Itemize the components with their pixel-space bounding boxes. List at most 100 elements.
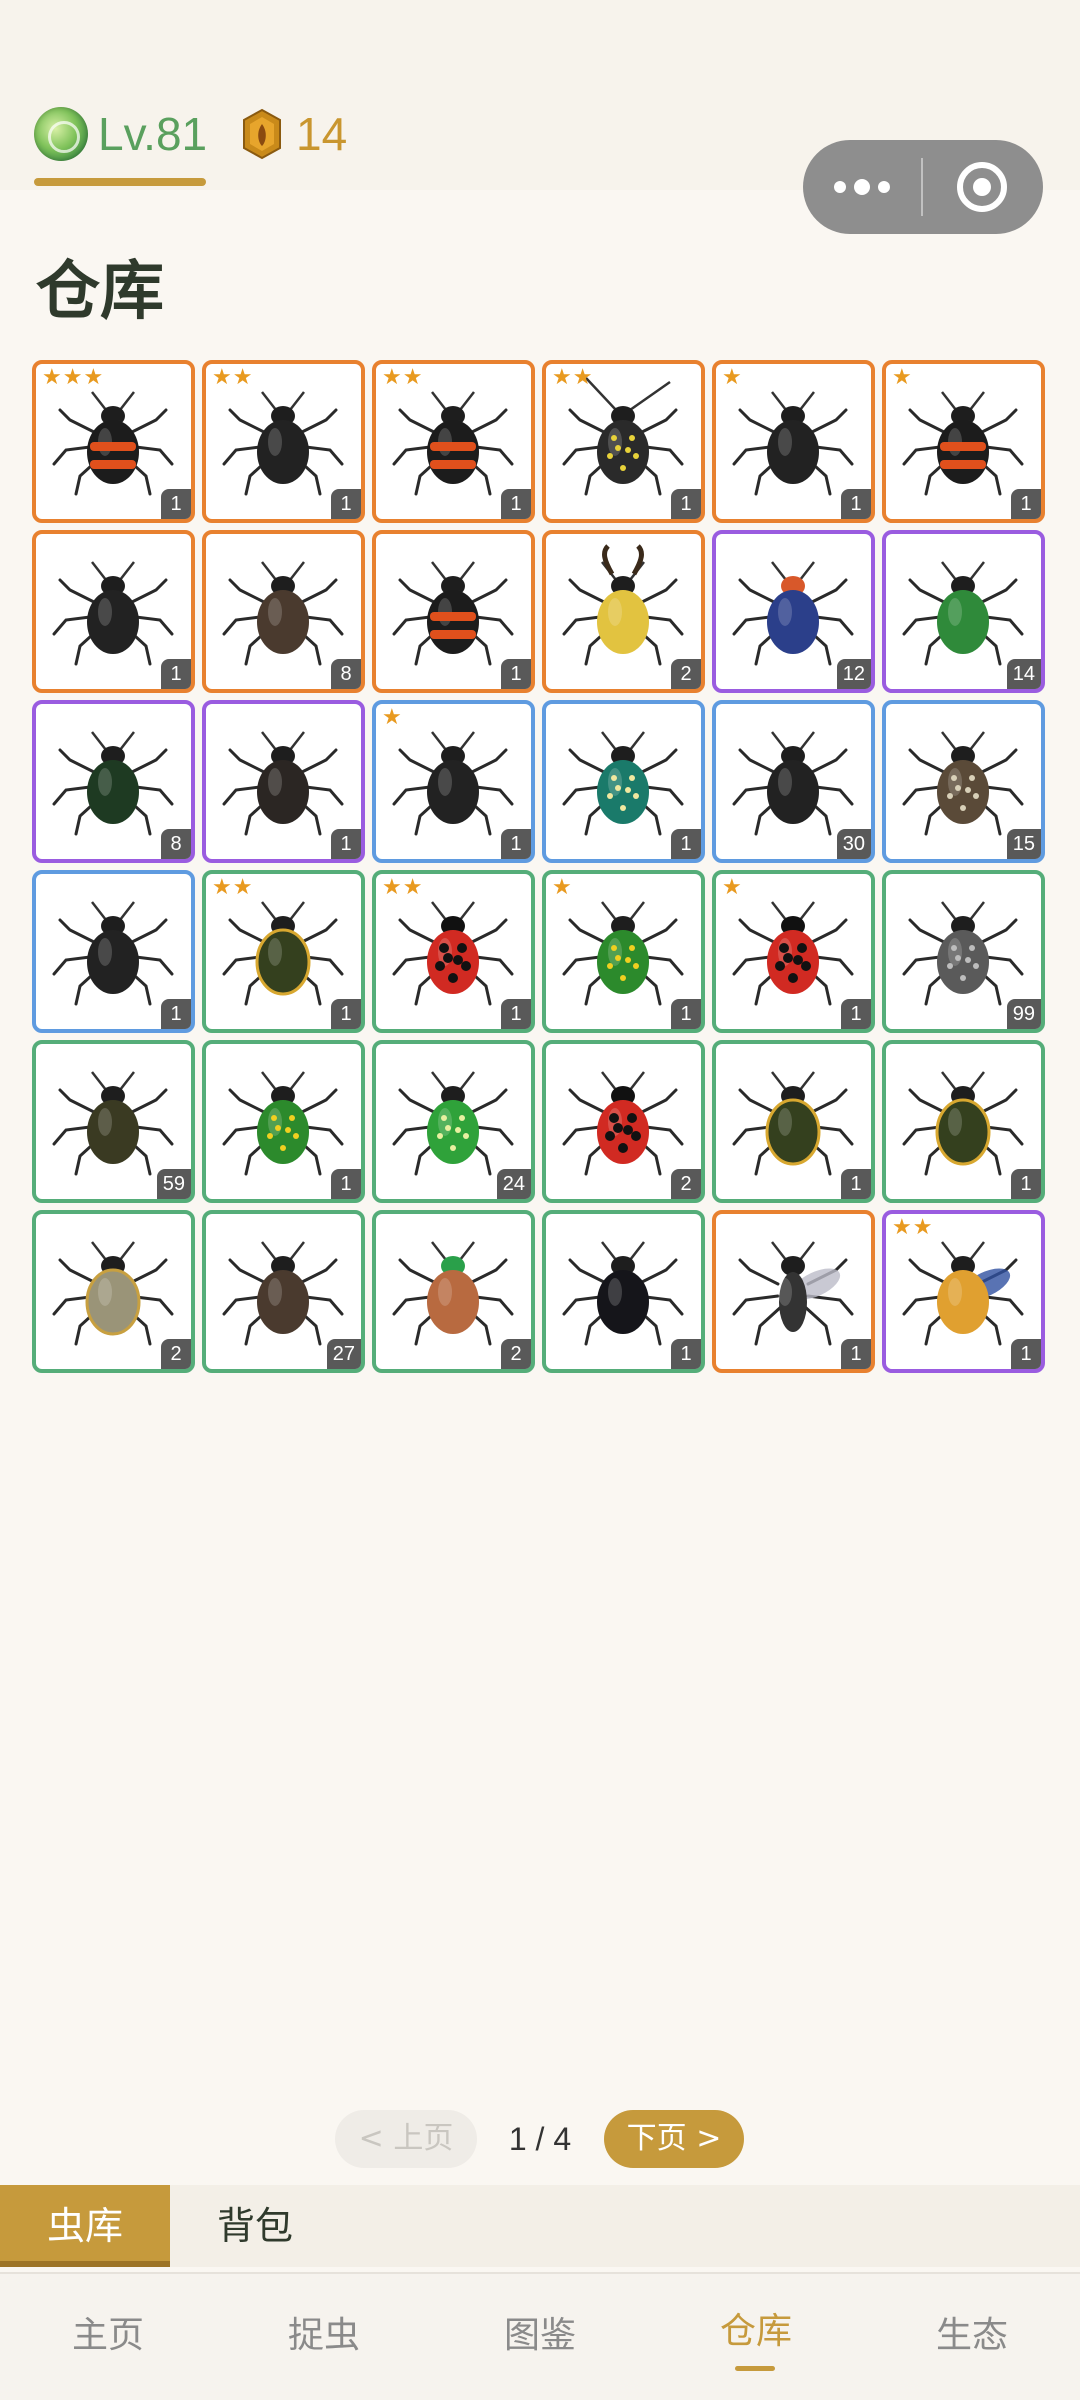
insect-card[interactable]: ★★ 1 [372,360,535,523]
count-badge: 1 [161,999,191,1029]
insect-card[interactable]: 8 [202,530,365,693]
insect-card[interactable]: ★ 1 [712,870,875,1033]
green-orb-icon [34,107,88,161]
count-badge: 15 [1006,829,1041,859]
insect-grid: ★★★ 1 ★★ 1 ★★ 1 ★★ 1 ★ 1 ★ 1 1 8 1 2 12 14 8 1 ★ 1 1 30 15 1 ★★ 1 ★★… [32,360,1045,1373]
insect-card[interactable]: 99 [882,870,1045,1033]
page-title: 仓库 [36,255,164,329]
count-badge: 1 [331,829,361,859]
pager: < 上页 1 / 4 下页 > [0,2110,1080,2170]
star-rating: ★ [552,875,573,900]
count-badge: 1 [1011,1169,1041,1199]
insect-card[interactable]: ★ 1 [712,360,875,523]
insect-card[interactable]: 1 [712,1210,875,1373]
insect-card[interactable]: 27 [202,1210,365,1373]
insect-card[interactable]: 1 [202,1040,365,1203]
star-rating: ★ [722,875,743,900]
insect-card[interactable]: ★★★ 1 [32,360,195,523]
count-badge: 14 [1006,659,1041,689]
insect-card[interactable]: 15 [882,700,1045,863]
insect-card[interactable]: ★★ 1 [372,870,535,1033]
page-indicator: 1 / 4 [508,2121,572,2157]
insect-card[interactable]: 1 [882,1040,1045,1203]
insect-card[interactable]: 24 [372,1040,535,1203]
insect-card[interactable]: 2 [32,1210,195,1373]
insect-card[interactable]: ★★ 1 [202,870,365,1033]
count-badge: 1 [841,999,871,1029]
insect-card[interactable]: 59 [32,1040,195,1203]
insect-card[interactable]: ★ 1 [372,700,535,863]
count-badge: 1 [501,659,531,689]
count-badge: 1 [671,999,701,1029]
insect-card[interactable]: ★ 1 [542,870,705,1033]
star-rating: ★★ [552,365,594,390]
count-badge: 2 [671,659,701,689]
star-rating: ★ [892,365,913,390]
mini-program-capsule [803,140,1043,234]
count-badge: 1 [161,489,191,519]
level-label: Lv.81 [98,108,208,160]
insect-card[interactable]: ★ 1 [882,360,1045,523]
coin-counter[interactable]: 14 [240,104,347,164]
count-badge: 2 [501,1339,531,1369]
insect-card[interactable]: 30 [712,700,875,863]
star-rating: ★★ [382,365,424,390]
count-badge: 2 [161,1339,191,1369]
next-page-button[interactable]: 下页 > [604,2110,744,2168]
target-icon[interactable] [923,140,1041,234]
insect-card[interactable]: 12 [712,530,875,693]
insect-card[interactable]: ★★ 1 [882,1210,1045,1373]
insect-card[interactable]: 14 [882,530,1045,693]
insect-card[interactable]: 2 [542,1040,705,1203]
insect-card[interactable]: 1 [202,700,365,863]
insect-card[interactable]: 1 [32,870,195,1033]
level-underline [34,178,206,186]
insect-card[interactable]: 1 [372,530,535,693]
count-badge: 24 [496,1169,531,1199]
count-badge: 99 [1006,999,1041,1029]
count-badge: 1 [161,659,191,689]
count-badge: 1 [1011,1339,1041,1369]
star-rating: ★ [722,365,743,390]
tab-insect-storage[interactable]: 虫库 [0,2185,170,2267]
count-badge: 1 [501,999,531,1029]
count-badge: 1 [331,489,361,519]
insect-card[interactable]: 1 [542,700,705,863]
count-badge: 1 [501,829,531,859]
nav-catch[interactable]: 捉虫 [216,2274,432,2400]
level-badge[interactable]: Lv.81 [34,104,207,164]
nav-active-indicator [735,2366,775,2371]
count-badge: 1 [841,1339,871,1369]
insect-card[interactable]: 2 [542,530,705,693]
insect-card[interactable]: 1 [712,1040,875,1203]
insect-card[interactable]: 1 [32,530,195,693]
star-rating: ★★ [212,875,254,900]
count-badge: 1 [331,999,361,1029]
insect-card[interactable]: ★★ 1 [542,360,705,523]
nav-storage[interactable]: 仓库 [648,2274,864,2400]
insect-card[interactable]: ★★ 1 [202,360,365,523]
bottom-nav: 主页 捉虫 图鉴 仓库 生态 [0,2272,1080,2400]
count-badge: 1 [331,1169,361,1199]
count-badge: 1 [841,489,871,519]
count-badge: 2 [671,1169,701,1199]
sub-tabs: 虫库 背包 [0,2185,1080,2267]
more-dots-icon[interactable] [803,140,921,234]
nav-encyclopedia[interactable]: 图鉴 [432,2274,648,2400]
count-badge: 12 [836,659,871,689]
insect-card[interactable]: 2 [372,1210,535,1373]
count-badge: 1 [841,1169,871,1199]
count-badge: 59 [156,1169,191,1199]
count-badge: 8 [331,659,361,689]
tab-backpack[interactable]: 背包 [170,2185,340,2267]
nav-ecology[interactable]: 生态 [864,2274,1080,2400]
insect-card[interactable]: 8 [32,700,195,863]
star-rating: ★★★ [42,365,105,390]
count-badge: 8 [161,829,191,859]
star-rating: ★★ [382,875,424,900]
prev-page-button[interactable]: < 上页 [335,2110,477,2168]
nav-home[interactable]: 主页 [0,2274,216,2400]
count-badge: 1 [671,489,701,519]
insect-card[interactable]: 1 [542,1210,705,1373]
count-badge: 1 [671,829,701,859]
